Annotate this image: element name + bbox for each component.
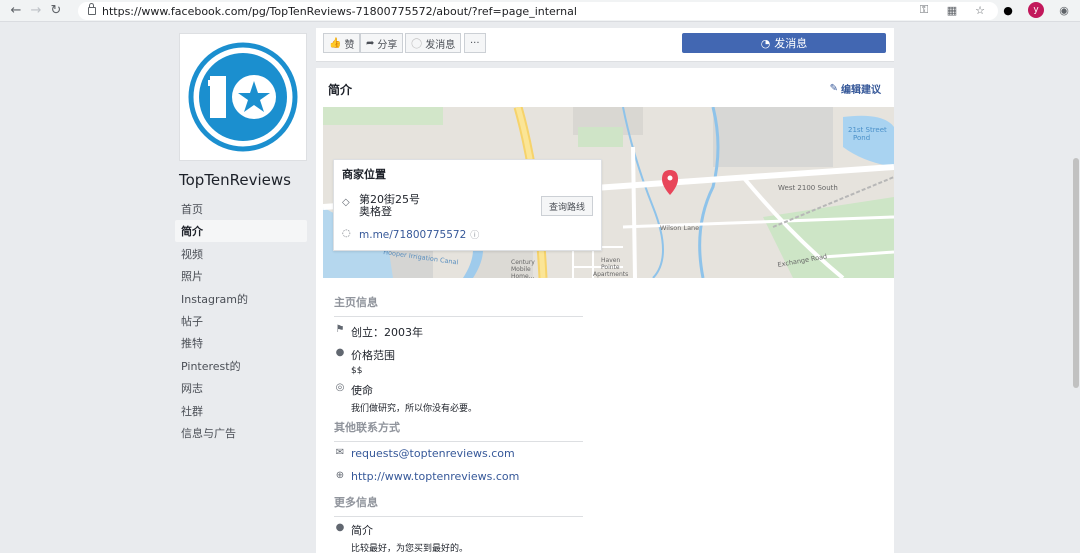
nav-item-blog[interactable]: 网志 (175, 377, 307, 399)
globe-icon: ⊕ (335, 470, 345, 481)
mission-value: 我们做研究，所以你没有必要。 (351, 404, 478, 414)
extension-icon[interactable]: ● (1000, 2, 1016, 18)
nav-item-posts[interactable]: 帖子 (175, 310, 307, 332)
messenger-link[interactable]: m.me/71800775572 ⓘ (359, 228, 479, 242)
price-label: 价格范围 (351, 349, 395, 362)
map-label-park: Century (511, 259, 535, 266)
intro-value: 比较最好，为您买到最好的。 (351, 544, 469, 553)
location-card: 商家位置 ◇ 第20街25号 奥格登 查询路线 ◌ m.me/718007755… (333, 159, 602, 251)
svg-text:Apartments: Apartments (593, 271, 628, 278)
svg-text:Home...: Home... (511, 273, 535, 278)
nav-item-instagram[interactable]: Instagram的 (175, 288, 307, 310)
svg-text:West 2100 South: West 2100 South (778, 184, 838, 192)
get-directions-button[interactable]: 查询路线 (541, 196, 593, 216)
scrollbar-thumb[interactable] (1073, 158, 1079, 388)
page-left-nav: 首页 简介 视频 照片 Instagram的 帖子 推特 Pinterest的 … (175, 198, 307, 444)
address-line-2: 奥格登 (359, 205, 392, 218)
location-title: 商家位置 (342, 168, 386, 181)
send-message-button[interactable]: ◔ 发消息 (682, 33, 886, 53)
messenger-icon: ◯ (411, 37, 423, 49)
svg-text:Pond: Pond (853, 134, 870, 142)
email-row: ✉ requests@toptenreviews.com (334, 447, 515, 460)
main-info-section: 主页信息 ⚑ 创立：2003年 ● 价格范围 $$ ◎ 使命 我们做研究，所以你… (334, 294, 583, 414)
nav-item-pinterest[interactable]: Pinterest的 (175, 355, 307, 377)
page-action-bar: 👍 赞 ➦ 分享 ◯ 发消息 ··· ◔ 发消息 (316, 28, 894, 62)
svg-text:Mobile: Mobile (511, 266, 531, 273)
map-label-apartments: Haven (601, 257, 620, 264)
mission-row: ◎ 使命 我们做研究，所以你没有必要。 (334, 382, 477, 414)
main-info-heading: 主页信息 (334, 294, 583, 317)
star-icon[interactable]: ☆ (972, 2, 988, 18)
menu-icon[interactable]: ◉ (1056, 2, 1072, 18)
edit-suggestion-label: 编辑建议 (841, 85, 881, 96)
price-row: ● 价格范围 $$ (334, 347, 395, 376)
location-icon: ◇ (342, 197, 350, 208)
messenger-icon: ◔ (760, 36, 771, 50)
translate-icon[interactable]: ▦ (944, 2, 960, 18)
more-info-heading: 更多信息 (334, 494, 583, 517)
svg-text:Pointe: Pointe (601, 264, 620, 271)
intro-row: ● 简介 比较最好，为您买到最好的。 (334, 522, 468, 553)
message-label: 发消息 (425, 39, 456, 51)
nav-item-about[interactable]: 简介 (175, 220, 307, 243)
more-button[interactable]: ··· (464, 33, 486, 53)
intro-label: 简介 (351, 524, 373, 537)
address: 第20街25号 奥格登 (359, 194, 420, 218)
founded-text: 创立：2003年 (351, 326, 423, 339)
share-button[interactable]: ➦ 分享 (360, 33, 404, 53)
info-icon[interactable]: ⓘ (470, 228, 479, 241)
map-label-wilson: Wilson Lane (660, 224, 699, 232)
map-label-pond: 21st Street (848, 126, 887, 134)
more-info-section: 更多信息 ● 简介 比较最好，为您买到最好的。 (334, 494, 583, 553)
founded-row: ⚑ 创立：2003年 (334, 324, 423, 340)
contact-heading: 其他联系方式 (334, 419, 583, 442)
messenger-icon: ◌ (342, 228, 351, 239)
browser-toolbar: ← → ↻ https://www.facebook.com/pg/TopTen… (0, 0, 1080, 22)
topten-logo (188, 42, 298, 152)
page-profile-picture[interactable] (179, 33, 307, 161)
thumbs-up-icon: 👍 (329, 37, 342, 49)
nav-item-photos[interactable]: 照片 (175, 265, 307, 287)
like-label: 赞 (344, 39, 355, 51)
price-value: $$ (351, 366, 363, 376)
contact-section: 其他联系方式 ✉ requests@toptenreviews.com ⊕ ht… (334, 419, 583, 483)
flag-icon: ⚑ (335, 324, 345, 335)
nav-item-community[interactable]: 社群 (175, 400, 307, 422)
share-label: 分享 (377, 39, 398, 51)
messenger-link-text: m.me/71800775572 (359, 228, 467, 241)
info-circle-icon: ● (335, 347, 345, 358)
website-row: ⊕ http://www.toptenreviews.com (334, 470, 520, 483)
lock-icon (88, 3, 96, 15)
edit-suggestion-link[interactable]: ✎ 编辑建议 (830, 81, 881, 96)
about-title: 简介 (328, 83, 353, 97)
url-text: https://www.facebook.com/pg/TopTenReview… (102, 4, 577, 18)
email-link[interactable]: requests@toptenreviews.com (351, 447, 515, 460)
key-icon[interactable]: ⚿ (916, 2, 932, 18)
back-icon[interactable]: ← (6, 1, 26, 21)
about-card: 简介 ✎ 编辑建议 21st Street Pond West 2100 Sou… (316, 68, 894, 553)
message-button[interactable]: ◯ 发消息 (405, 33, 462, 53)
pencil-icon: ✎ (829, 83, 838, 94)
page-name[interactable]: TopTenReviews (179, 171, 291, 189)
more-label: ··· (470, 37, 480, 49)
nav-item-info-ads[interactable]: 信息与广告 (175, 422, 307, 444)
profile-avatar[interactable]: y (1028, 2, 1044, 18)
like-button[interactable]: 👍 赞 (323, 33, 361, 53)
location-map[interactable]: 21st Street Pond West 2100 South West 21… (323, 107, 894, 278)
reload-icon[interactable]: ↻ (46, 1, 66, 21)
info-circle-icon: ● (335, 522, 345, 533)
nav-item-videos[interactable]: 视频 (175, 243, 307, 265)
envelope-icon: ✉ (335, 447, 345, 458)
share-icon: ➦ (366, 37, 375, 49)
forward-icon[interactable]: → (26, 1, 46, 21)
send-message-label: 发消息 (774, 37, 808, 50)
website-link[interactable]: http://www.toptenreviews.com (351, 470, 519, 483)
address-bar[interactable]: https://www.facebook.com/pg/TopTenReview… (78, 2, 998, 20)
mission-label: 使命 (351, 384, 373, 397)
target-icon: ◎ (335, 382, 345, 393)
nav-item-twitter[interactable]: 推特 (175, 332, 307, 354)
nav-item-home[interactable]: 首页 (175, 198, 307, 220)
